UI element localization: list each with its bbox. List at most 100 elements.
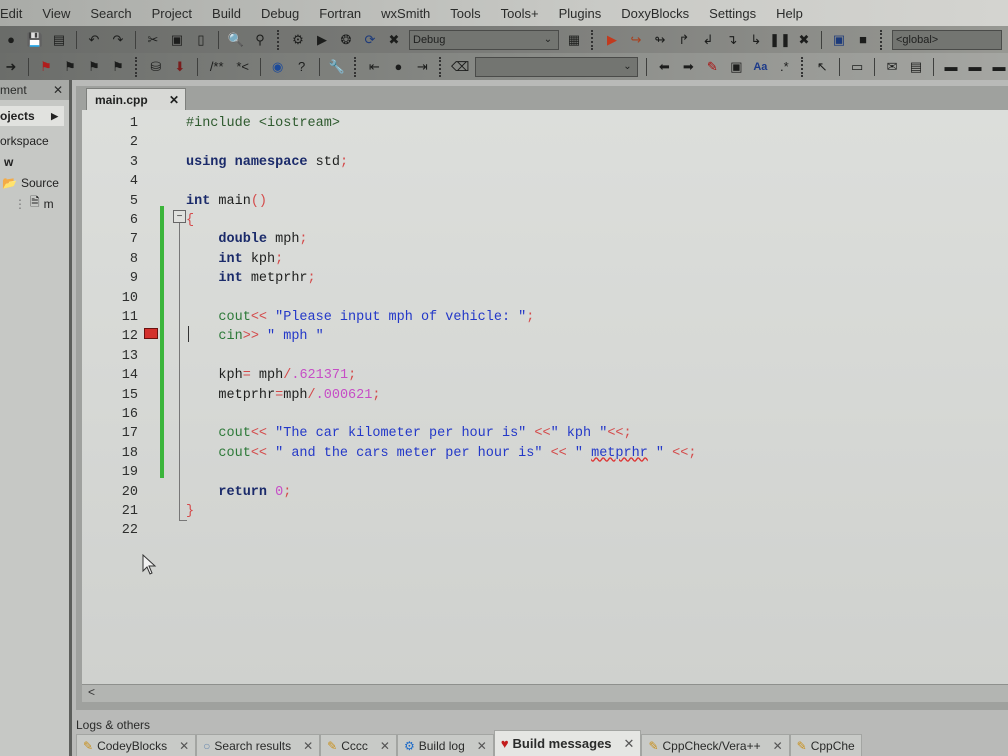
redo-icon[interactable]: ↷ (109, 31, 127, 49)
code-line[interactable]: 22 (82, 523, 1002, 542)
toolbar-grip[interactable] (134, 56, 139, 77)
toolbar-grip[interactable] (439, 56, 443, 77)
code-line[interactable]: 6{ (82, 213, 1002, 232)
code-line[interactable]: 7 double mph; (82, 232, 1002, 251)
close-icon[interactable]: ✕ (477, 739, 487, 753)
save-icon[interactable]: 💾 (26, 31, 44, 49)
save-all-icon[interactable]: ▤ (50, 31, 68, 49)
code-line[interactable]: 15 metprhr=mph/.000621; (82, 388, 1002, 407)
close-tab-icon[interactable]: ✕ (169, 93, 179, 107)
undo-icon[interactable]: ↶ (85, 31, 103, 49)
toolbar-grip[interactable] (353, 56, 358, 77)
search-select[interactable]: ⌄ (475, 56, 639, 77)
code-line[interactable]: 11 cout<< "Please input mph of vehicle: … (82, 310, 1002, 329)
close-icon[interactable]: ✕ (380, 739, 390, 753)
next-instruction-icon[interactable]: ↱ (675, 31, 693, 49)
log-tab-search-results[interactable]: ○ Search results ✕ (196, 734, 321, 756)
code-line[interactable]: 1 #include <iostream> (82, 116, 1002, 135)
preferences-wrench-icon[interactable]: 🔧 (328, 58, 346, 76)
horizontal-scrollbar[interactable]: < (82, 684, 1008, 702)
code-line[interactable]: 5 int main() (82, 194, 1002, 213)
build-target-select[interactable]: Debug ⌄ (409, 29, 559, 50)
extract-docs-icon[interactable]: ⬇ (171, 58, 189, 76)
tab-scroll-right-icon[interactable]: ▶ (51, 111, 58, 122)
tab-projects[interactable]: ojects ▶ (0, 106, 64, 126)
doxywizard-icon[interactable]: ⛁ (147, 58, 165, 76)
layout-a-icon[interactable]: ▬ (942, 58, 960, 76)
build-gear-icon[interactable]: ⚙ (289, 31, 307, 49)
abort-icon[interactable]: ✖ (385, 31, 403, 49)
menu-doxyblocks[interactable]: DoxyBlocks (611, 6, 699, 21)
bookmark-clear-icon[interactable]: ⚑ (109, 58, 127, 76)
menu-view[interactable]: View (32, 6, 80, 21)
copy-icon[interactable]: ▣ (168, 31, 186, 49)
toolbar-grip[interactable] (880, 29, 884, 50)
menu-debug[interactable]: Debug (251, 6, 309, 21)
menu-settings[interactable]: Settings (699, 6, 766, 21)
arrow-right-icon[interactable]: ➡ (679, 58, 697, 76)
regex-button[interactable]: .* (775, 58, 793, 76)
chevron-down-icon[interactable]: ⌄ (619, 59, 635, 75)
close-icon[interactable]: ✕ (773, 739, 783, 753)
code-next-icon[interactable]: ⇥ (413, 58, 431, 76)
bookmark-toggle-icon[interactable]: ⚑ (37, 58, 55, 76)
open-icon[interactable]: ● (2, 31, 20, 49)
code-line[interactable]: 17 cout<< "The car kilometer per hour is… (82, 426, 1002, 445)
debug-run-icon[interactable]: ▶ (603, 31, 621, 49)
code-line[interactable]: 4 (82, 174, 1002, 193)
menu-wxsmith[interactable]: wxSmith (371, 6, 440, 21)
code-line[interactable]: 19 (82, 465, 1002, 484)
code-line[interactable]: 21} (82, 504, 1002, 523)
log-tab-cppcheck-vera-[interactable]: ✎ CppCheck/Vera++ ✕ (641, 734, 790, 756)
note-icon[interactable]: ▤ (907, 58, 925, 76)
code-line[interactable]: 18 cout<< " and the cars meter per hour … (82, 446, 1002, 465)
debug-windows-icon[interactable]: ▣ (830, 31, 848, 49)
code-line[interactable]: 16 (82, 407, 1002, 426)
code-line[interactable]: 20 return 0; (82, 485, 1002, 504)
rectangle-icon[interactable]: ▭ (848, 58, 866, 76)
build-run-icon[interactable]: ❂ (337, 31, 355, 49)
chm-help-icon[interactable]: ? (293, 58, 311, 76)
find-icon[interactable]: 🔍 (227, 31, 245, 49)
highlight-pen-icon[interactable]: ✎ (703, 58, 721, 76)
tree-file[interactable]: ⋮ 🗎 m (0, 193, 69, 214)
menu-tools[interactable]: Tools (440, 6, 490, 21)
code-line[interactable]: 10 (82, 291, 1002, 310)
menu-toolsplus[interactable]: Tools+ (491, 6, 549, 21)
menu-help[interactable]: Help (766, 6, 813, 21)
code-line[interactable]: 8 int kph; (82, 252, 1002, 271)
cut-icon[interactable]: ✂ (144, 31, 162, 49)
arrow-left-icon[interactable]: ⬅ (655, 58, 673, 76)
toolbar-grip[interactable] (277, 29, 281, 50)
comment-block-button[interactable]: /** (206, 58, 228, 76)
info-icon[interactable]: ■ (854, 31, 872, 49)
step-over-icon[interactable]: ↳ (747, 31, 765, 49)
log-tab-cccc[interactable]: ✎ Cccc ✕ (320, 734, 397, 756)
menu-build[interactable]: Build (202, 6, 251, 21)
code-line[interactable]: 14 kph= mph/.621371; (82, 368, 1002, 387)
paste-icon[interactable]: ▯ (192, 31, 210, 49)
envelope-icon[interactable]: ✉ (883, 58, 901, 76)
step-out-icon[interactable]: ↴ (723, 31, 741, 49)
toolbar-grip[interactable] (801, 56, 805, 77)
log-tab-codeyblocks[interactable]: ✎ CodeyBlocks ✕ (76, 734, 197, 756)
log-tab-cppche[interactable]: ✎ CppChe (789, 734, 862, 756)
rebuild-icon[interactable]: ⟳ (361, 31, 379, 49)
target-options-icon[interactable]: ▦ (565, 31, 583, 49)
menu-fortran[interactable]: Fortran (309, 6, 371, 21)
pause-icon[interactable]: ❚❚ (769, 31, 791, 49)
bookmark-next-icon[interactable]: ⚑ (85, 58, 103, 76)
run-icon[interactable]: ▶ (313, 31, 331, 49)
run-to-cursor-icon[interactable]: ↪ (627, 31, 645, 49)
bookmark-prev-icon[interactable]: ⚑ (61, 58, 79, 76)
chevron-down-icon[interactable]: ⌄ (540, 32, 556, 48)
jump-forward-icon[interactable]: ➜ (2, 58, 20, 76)
comment-line-button[interactable]: *< (234, 58, 252, 76)
replace-icon[interactable]: ⚲ (251, 31, 269, 49)
stop-debug-icon[interactable]: ✖ (795, 31, 813, 49)
close-icon[interactable]: ✕ (179, 739, 189, 753)
match-case-icon[interactable]: Aa (751, 58, 769, 76)
code-line[interactable]: 2 (82, 135, 1002, 154)
menu-plugins[interactable]: Plugins (549, 6, 612, 21)
menu-project[interactable]: Project (142, 6, 202, 21)
